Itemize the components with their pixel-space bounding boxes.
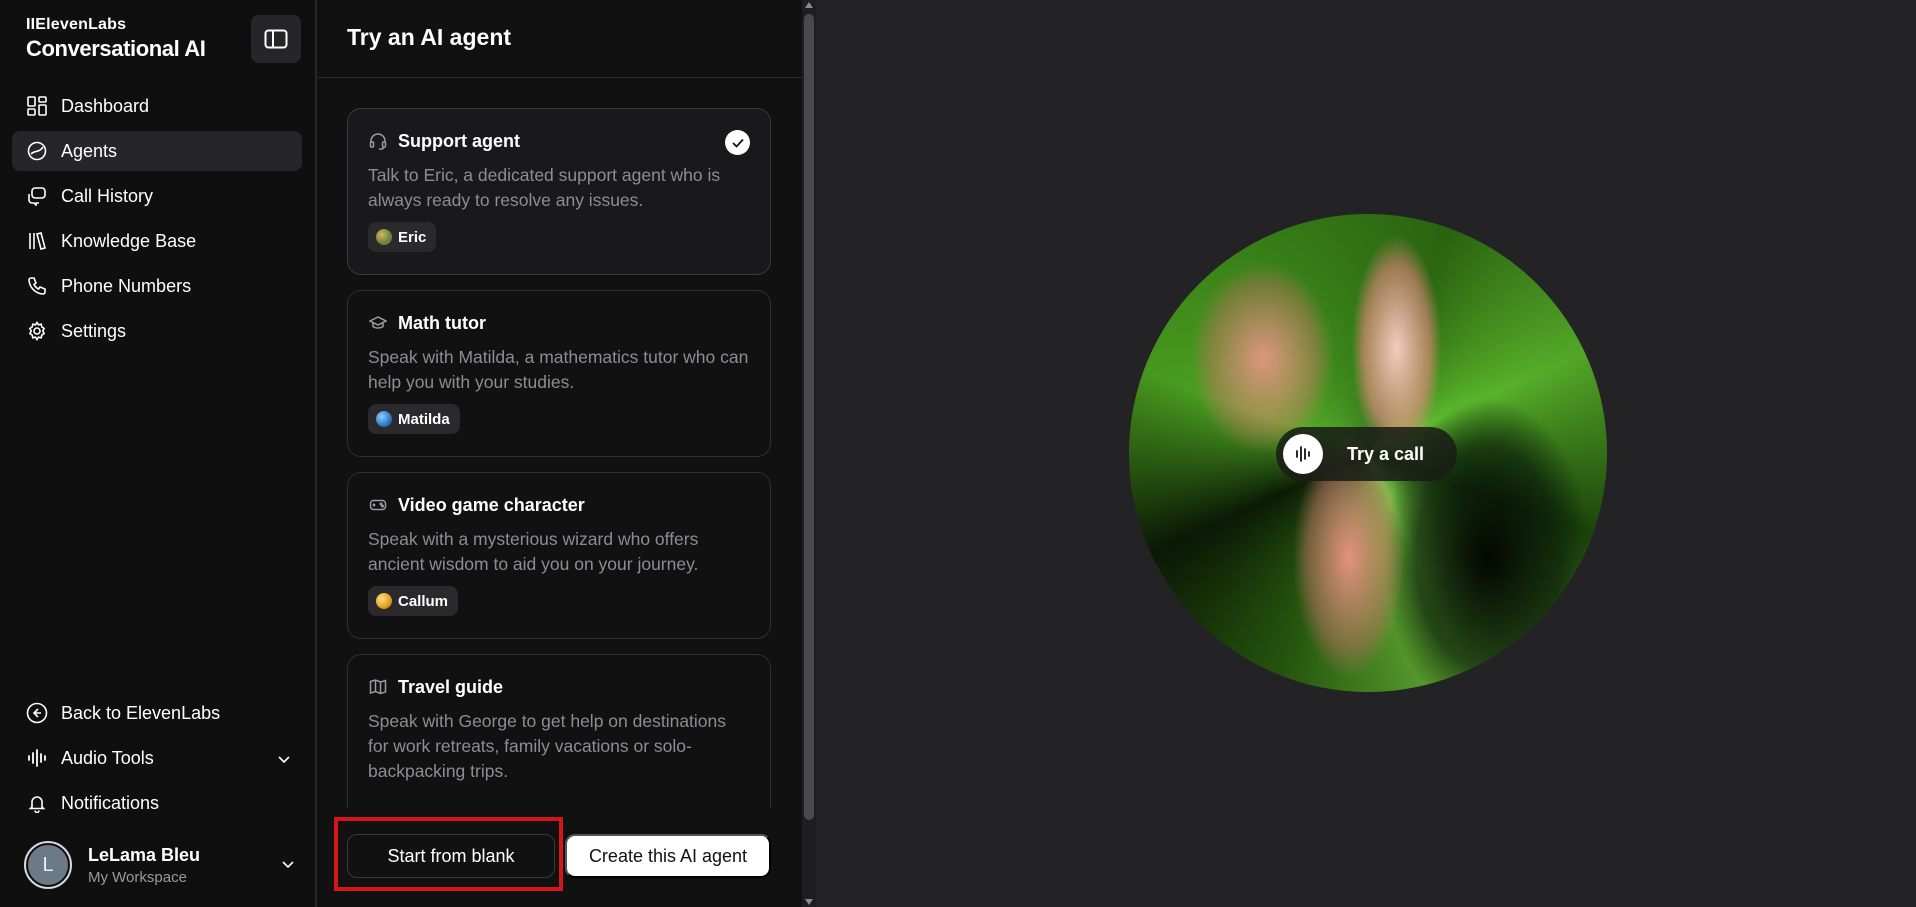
waveform-icon bbox=[1283, 434, 1323, 474]
panel-header: Try an AI agent bbox=[317, 0, 802, 78]
template-description: Speak with a mysterious wizard who offer… bbox=[368, 529, 699, 574]
template-title: Travel guide bbox=[398, 676, 504, 697]
voice-avatar-icon bbox=[376, 593, 392, 609]
back-to-elevenlabs-link[interactable]: Back to ElevenLabs bbox=[12, 693, 302, 733]
template-description: Speak with Matilda, a mathematics tutor … bbox=[368, 347, 749, 392]
agent-templates-panel: Try an AI agent Support agent Talk to Er… bbox=[317, 0, 802, 907]
sidebar-toggle-icon bbox=[264, 29, 288, 49]
scroll-down-arrow-icon[interactable] bbox=[805, 899, 813, 905]
waveform-icon bbox=[26, 747, 48, 769]
template-title: Support agent bbox=[398, 130, 520, 151]
map-icon bbox=[368, 677, 388, 697]
sidebar-item-label: Settings bbox=[61, 320, 127, 341]
voice-avatar-icon bbox=[376, 229, 392, 245]
template-list: Support agent Talk to Eric, a dedicated … bbox=[347, 108, 771, 808]
template-description: Speak with George to get help on destina… bbox=[368, 711, 727, 781]
main-nav: Dashboard Agents Call History Knowledge … bbox=[12, 86, 302, 356]
voice-badge: Matilda bbox=[368, 404, 460, 434]
workspace-name: My Workspace bbox=[88, 868, 187, 886]
chevron-down-icon bbox=[282, 856, 294, 874]
sidebar-item-label: Call History bbox=[61, 185, 154, 206]
phone-icon bbox=[26, 275, 48, 297]
company-name: IIElevenLabs bbox=[26, 16, 127, 33]
call-history-icon bbox=[26, 185, 48, 207]
voice-badge: Eric bbox=[368, 222, 437, 252]
template-title: Math tutor bbox=[398, 312, 486, 333]
avatar: L bbox=[24, 841, 72, 889]
sidebar-item-label: Phone Numbers bbox=[61, 275, 192, 296]
chevron-down-icon bbox=[278, 748, 290, 769]
user-menu[interactable]: L LeLama Bleu My Workspace bbox=[24, 841, 294, 889]
brand-logo[interactable]: IIElevenLabs Conversational AI bbox=[26, 16, 206, 62]
audio-tools-label: Audio Tools bbox=[61, 747, 154, 768]
product-name: Conversational AI bbox=[26, 36, 206, 61]
template-card-support-agent[interactable]: Support agent Talk to Eric, a dedicated … bbox=[347, 108, 771, 275]
dashboard-icon bbox=[26, 95, 48, 117]
sidebar-item-agents[interactable]: Agents bbox=[12, 131, 302, 171]
gear-icon bbox=[26, 320, 48, 342]
sidebar-item-dashboard[interactable]: Dashboard bbox=[12, 86, 302, 126]
sidebar-item-knowledge-base[interactable]: Knowledge Base bbox=[12, 221, 302, 261]
voice-name: Matilda bbox=[398, 410, 450, 428]
start-from-blank-button[interactable]: Start from blank bbox=[347, 834, 555, 878]
arrow-left-circle-icon bbox=[26, 702, 48, 724]
notifications-label: Notifications bbox=[61, 792, 160, 813]
try-call-button[interactable]: Try a call bbox=[1276, 427, 1457, 481]
scroll-thumb[interactable] bbox=[804, 14, 814, 820]
bottom-nav: Back to ElevenLabs Audio Tools Notificat… bbox=[12, 693, 302, 828]
voice-name: Callum bbox=[398, 592, 449, 610]
audio-tools-menu[interactable]: Audio Tools bbox=[12, 738, 302, 778]
panel-title: Try an AI agent bbox=[347, 24, 512, 50]
scroll-up-arrow-icon[interactable] bbox=[805, 2, 813, 8]
voice-name: Eric bbox=[398, 228, 427, 246]
template-title: Video game character bbox=[398, 494, 585, 515]
avatar-initial: L bbox=[28, 845, 68, 885]
check-icon bbox=[725, 130, 750, 155]
sidebar-item-settings[interactable]: Settings bbox=[12, 311, 302, 351]
voice-avatar-icon bbox=[376, 411, 392, 427]
sidebar: IIElevenLabs Conversational AI Dashboard… bbox=[0, 0, 316, 907]
template-card-video-game-character[interactable]: Video game character Speak with a myster… bbox=[347, 472, 771, 639]
notifications-item[interactable]: Notifications bbox=[12, 783, 302, 823]
preview-stage: Try a call bbox=[816, 0, 1916, 907]
user-name: LeLama Bleu bbox=[88, 844, 201, 865]
graduation-cap-icon bbox=[368, 313, 388, 333]
sidebar-item-label: Agents bbox=[61, 140, 118, 161]
template-card-travel-guide[interactable]: Travel guide Speak with George to get he… bbox=[347, 654, 771, 808]
scrollbar[interactable] bbox=[802, 0, 816, 907]
collapse-sidebar-button[interactable] bbox=[251, 15, 301, 63]
try-call-label: Try a call bbox=[1347, 443, 1425, 464]
panel-footer: Start from blank Create this AI agent bbox=[347, 834, 771, 878]
sidebar-item-label: Dashboard bbox=[61, 95, 150, 116]
sidebar-item-label: Knowledge Base bbox=[61, 230, 197, 251]
gamepad-icon bbox=[368, 495, 388, 515]
template-card-math-tutor[interactable]: Math tutor Speak with Matilda, a mathema… bbox=[347, 290, 771, 457]
back-label: Back to ElevenLabs bbox=[61, 702, 221, 723]
voice-badge: Callum bbox=[368, 586, 459, 616]
sidebar-item-phone-numbers[interactable]: Phone Numbers bbox=[12, 266, 302, 306]
headset-icon bbox=[368, 131, 388, 151]
sidebar-item-call-history[interactable]: Call History bbox=[12, 176, 302, 216]
knowledge-base-icon bbox=[26, 230, 48, 252]
bell-icon bbox=[26, 792, 48, 814]
create-agent-button[interactable]: Create this AI agent bbox=[565, 834, 771, 878]
agents-icon bbox=[26, 140, 48, 162]
template-description: Talk to Eric, a dedicated support agent … bbox=[368, 165, 721, 210]
